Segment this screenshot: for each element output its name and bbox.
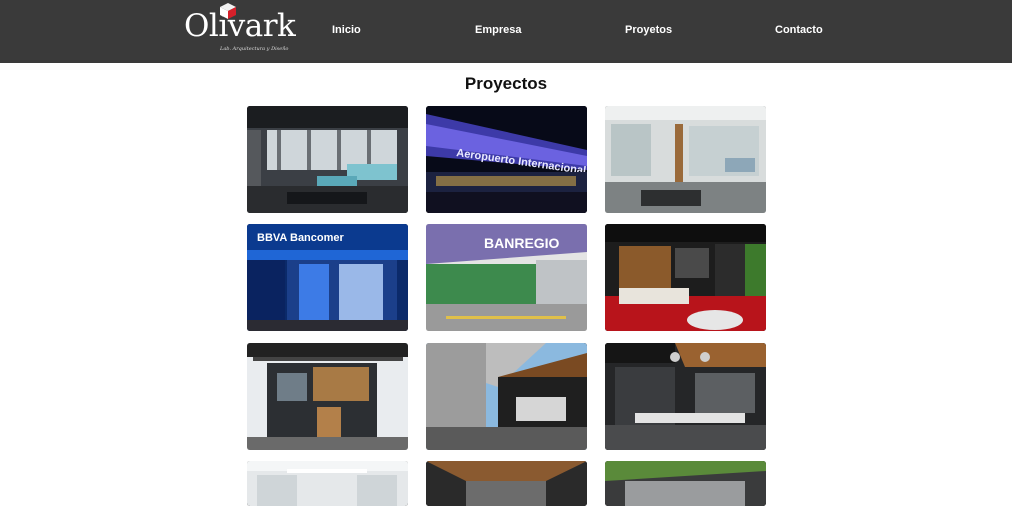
brand-tagline: Lab. Arquitectura y Diseño (220, 46, 289, 52)
terrace-image (426, 343, 587, 450)
project-tile-airport[interactable]: Aeropuerto Internacional de (426, 106, 587, 213)
bank-image: BBVA Bancomer (247, 224, 408, 331)
kitchen-image (605, 343, 766, 450)
project-tile-green-ceiling[interactable] (605, 461, 766, 506)
project-tile-bedroom[interactable] (605, 224, 766, 331)
project-tile-bank[interactable]: BBVA Bancomer (247, 224, 408, 331)
nav-inicio[interactable]: Inicio (332, 24, 361, 36)
brand-name: Olivark (184, 8, 296, 44)
bedroom-image (605, 224, 766, 331)
project-tile-office[interactable] (605, 106, 766, 213)
brand-logo[interactable]: Olivark Lab. Arquitectura y Diseño (180, 2, 296, 58)
airport-image: Aeropuerto Internacional de (426, 106, 587, 213)
banregio-image: BANREGIO (426, 224, 587, 331)
nav-proyetos[interactable]: Proyetos (625, 24, 672, 36)
page-title: Proyectos (464, 74, 548, 93)
project-tile-banregio[interactable]: BANREGIO (426, 224, 587, 331)
white-office-image (247, 461, 408, 506)
lounge-interior-image (247, 106, 408, 213)
project-tile-white-office[interactable] (247, 461, 408, 506)
house-facade-image (247, 343, 408, 450)
office-image (605, 106, 766, 213)
nav-empresa[interactable]: Empresa (475, 24, 521, 36)
project-tile-lounge-interior[interactable] (247, 106, 408, 213)
top-navigation-bar: Olivark Lab. Arquitectura y Diseño Inici… (0, 0, 1012, 63)
project-tile-terrace[interactable] (426, 343, 587, 450)
banregio-sign-text: BANREGIO (484, 235, 560, 251)
nav-contacto[interactable]: Contacto (775, 24, 823, 36)
project-tile-house-facade[interactable] (247, 343, 408, 450)
green-ceiling-image (605, 461, 766, 506)
project-tile-corridor[interactable] (426, 461, 587, 506)
project-tile-kitchen[interactable] (605, 343, 766, 450)
bank-sign-text: BBVA Bancomer (257, 232, 345, 244)
corridor-image (426, 461, 587, 506)
